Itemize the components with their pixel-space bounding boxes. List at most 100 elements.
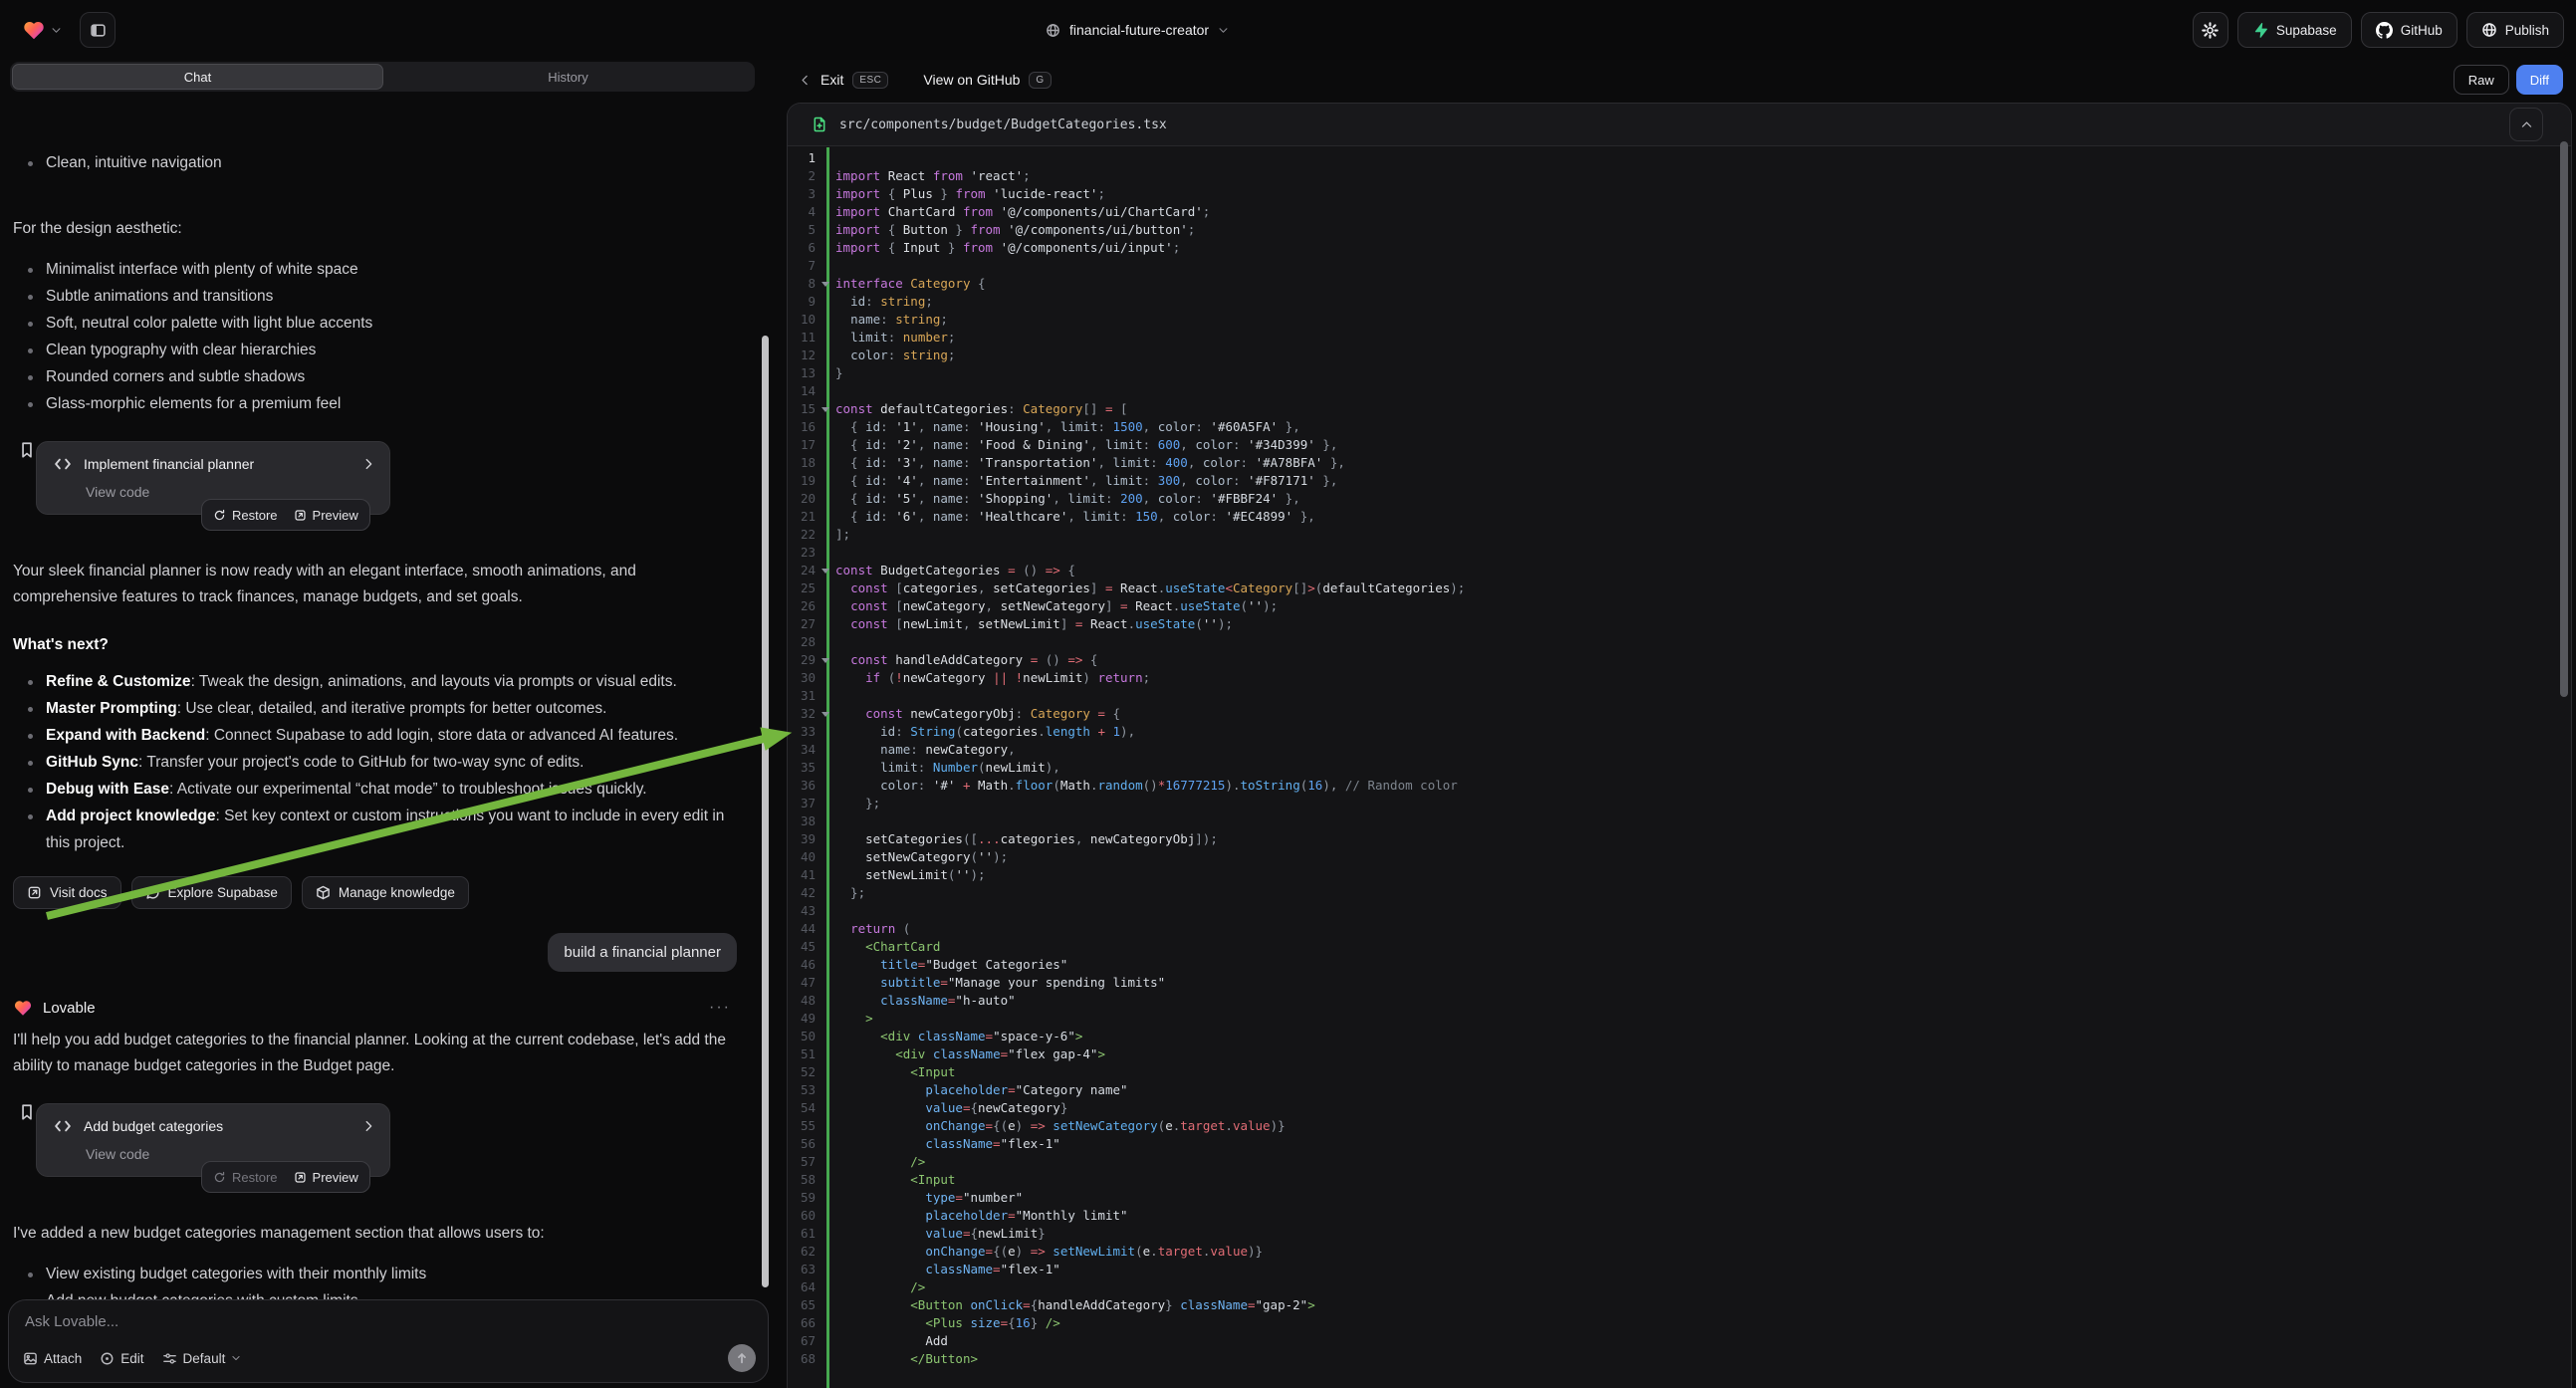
diff-button[interactable]: Diff bbox=[2516, 65, 2563, 95]
model-select[interactable]: Default bbox=[162, 1351, 242, 1366]
composer-input[interactable]: Ask Lovable... bbox=[25, 1313, 752, 1330]
line-number: 62 bbox=[788, 1243, 816, 1261]
edit-mode-button[interactable]: Edit bbox=[100, 1351, 143, 1366]
chat-bullet-list: Minimalist interface with plenty of whit… bbox=[13, 256, 739, 417]
code-text: limit: number; bbox=[835, 329, 955, 347]
preview-button[interactable]: Preview bbox=[294, 1170, 358, 1185]
raw-button[interactable]: Raw bbox=[2454, 65, 2509, 95]
code-text: const [categories, setCategories] = Reac… bbox=[835, 579, 1465, 597]
code-text: return ( bbox=[835, 920, 910, 938]
fold-gutter bbox=[816, 687, 835, 705]
chevron-up-icon bbox=[2520, 118, 2533, 131]
code-scrollbar[interactable] bbox=[2560, 141, 2568, 697]
line-number: 42 bbox=[788, 884, 816, 902]
version-card-header[interactable]: Add budget categories bbox=[53, 1116, 375, 1136]
publish-button[interactable]: Publish bbox=[2466, 12, 2564, 48]
line-number: 23 bbox=[788, 544, 816, 562]
toggle-sidebar-button[interactable] bbox=[80, 12, 116, 48]
code-text: { id: '4', name: 'Entertainment', limit:… bbox=[835, 472, 1337, 490]
fold-toggle[interactable] bbox=[816, 562, 835, 579]
fold-toggle[interactable] bbox=[816, 275, 835, 293]
back-chevron-icon[interactable] bbox=[799, 74, 812, 87]
restore-button[interactable]: Restore bbox=[213, 508, 278, 523]
user-message-row: build a financial planner bbox=[13, 933, 737, 972]
code-line: 48 className="h-auto" bbox=[788, 992, 2571, 1010]
view-on-github-button[interactable]: View on GitHub bbox=[923, 72, 1020, 88]
code-text: Add bbox=[835, 1332, 948, 1350]
action-label: Visit docs bbox=[50, 885, 108, 900]
code-text: value={newCategory} bbox=[835, 1099, 1067, 1117]
fold-toggle[interactable] bbox=[816, 400, 835, 418]
line-number: 56 bbox=[788, 1135, 816, 1153]
code-line: 41 setNewLimit(''); bbox=[788, 866, 2571, 884]
list-item: GitHub Sync: Transfer your project's cod… bbox=[13, 749, 739, 776]
version-card-header[interactable]: Implement financial planner bbox=[53, 454, 375, 474]
code-text: > bbox=[835, 1010, 873, 1028]
line-number: 64 bbox=[788, 1278, 816, 1296]
exit-button[interactable]: Exit bbox=[820, 72, 843, 88]
tab-chat[interactable]: Chat bbox=[12, 64, 383, 90]
fold-gutter bbox=[816, 615, 835, 633]
preview-button[interactable]: Preview bbox=[294, 508, 358, 523]
line-number: 51 bbox=[788, 1045, 816, 1063]
code-line: 21 { id: '6', name: 'Healthcare', limit:… bbox=[788, 508, 2571, 526]
chevron-right-icon bbox=[361, 1119, 375, 1133]
fold-toggle[interactable] bbox=[816, 651, 835, 669]
line-number: 4 bbox=[788, 203, 816, 221]
g-kbd-badge: G bbox=[1029, 72, 1051, 89]
code-text: }; bbox=[835, 884, 865, 902]
code-line: 60 placeholder="Monthly limit" bbox=[788, 1207, 2571, 1225]
fold-gutter bbox=[816, 1296, 835, 1314]
code-line: 55 onChange={(e) => setNewCategory(e.tar… bbox=[788, 1117, 2571, 1135]
code-line: 17 { id: '2', name: 'Food & Dining', lim… bbox=[788, 436, 2571, 454]
tab-history[interactable]: History bbox=[383, 64, 753, 90]
message-menu-button[interactable]: ··· bbox=[709, 999, 731, 1017]
code-line: 47 subtitle="Manage your spending limits… bbox=[788, 974, 2571, 992]
lovable-logo-menu[interactable] bbox=[22, 18, 62, 42]
code-line: 33 id: String(categories.length + 1), bbox=[788, 723, 2571, 741]
code-line: 12 color: string; bbox=[788, 347, 2571, 364]
send-button[interactable] bbox=[728, 1344, 756, 1372]
project-title: financial-future-creator bbox=[1069, 22, 1209, 38]
code-text: { id: '5', name: 'Shopping', limit: 200,… bbox=[835, 490, 1300, 508]
arrow-up-icon bbox=[735, 1351, 749, 1365]
code-text: { id: '3', name: 'Transportation', limit… bbox=[835, 454, 1345, 472]
fold-toggle[interactable] bbox=[816, 705, 835, 723]
action-explore-supabase[interactable]: Explore Supabase bbox=[131, 876, 292, 909]
code-text: { id: '2', name: 'Food & Dining', limit:… bbox=[835, 436, 1337, 454]
version-card[interactable]: Implement financial plannerView codeRest… bbox=[36, 441, 390, 515]
edit-label: Edit bbox=[120, 1351, 143, 1366]
project-switcher[interactable]: financial-future-creator bbox=[1046, 0, 1229, 60]
fold-gutter bbox=[816, 454, 835, 472]
chevron-down-icon bbox=[1218, 25, 1229, 36]
list-item: Subtle animations and transitions bbox=[13, 283, 739, 310]
box-icon bbox=[316, 885, 331, 900]
version-actions: Restore Preview bbox=[201, 499, 370, 531]
collapse-file-button[interactable] bbox=[2509, 108, 2543, 141]
fold-gutter bbox=[816, 311, 835, 329]
action-manage-knowledge[interactable]: Manage knowledge bbox=[302, 876, 469, 909]
code-viewer: 12import React from 'react';3import { Pl… bbox=[788, 147, 2571, 1388]
version-card[interactable]: Add budget categoriesView codeRestorePre… bbox=[36, 1103, 390, 1177]
view-code-link[interactable]: View code bbox=[86, 484, 375, 500]
code-text: { id: '1', name: 'Housing', limit: 1500,… bbox=[835, 418, 1300, 436]
chat-scrollbar[interactable] bbox=[762, 336, 769, 1287]
view-code-link[interactable]: View code bbox=[86, 1146, 375, 1162]
settings-button[interactable] bbox=[2193, 12, 2228, 48]
github-button[interactable]: GitHub bbox=[2361, 12, 2458, 48]
code-line: 4import ChartCard from '@/components/ui/… bbox=[788, 203, 2571, 221]
list-item: Refine & Customize: Tweak the design, an… bbox=[13, 668, 739, 695]
code-text: <div className="space-y-6"> bbox=[835, 1028, 1082, 1045]
restore-button[interactable]: Restore bbox=[213, 1170, 278, 1185]
chat-composer[interactable]: Ask Lovable... Attach Edit Default bbox=[8, 1299, 769, 1383]
line-number: 68 bbox=[788, 1350, 816, 1368]
line-number: 53 bbox=[788, 1081, 816, 1099]
line-number: 13 bbox=[788, 364, 816, 382]
code-text: id: String(categories.length + 1), bbox=[835, 723, 1135, 741]
code-text: const handleAddCategory = () => { bbox=[835, 651, 1097, 669]
attach-button[interactable]: Attach bbox=[23, 1351, 82, 1366]
action-visit-docs[interactable]: Visit docs bbox=[13, 876, 121, 909]
supabase-button[interactable]: Supabase bbox=[2237, 12, 2352, 48]
code-line: 20 { id: '5', name: 'Shopping', limit: 2… bbox=[788, 490, 2571, 508]
line-number: 49 bbox=[788, 1010, 816, 1028]
